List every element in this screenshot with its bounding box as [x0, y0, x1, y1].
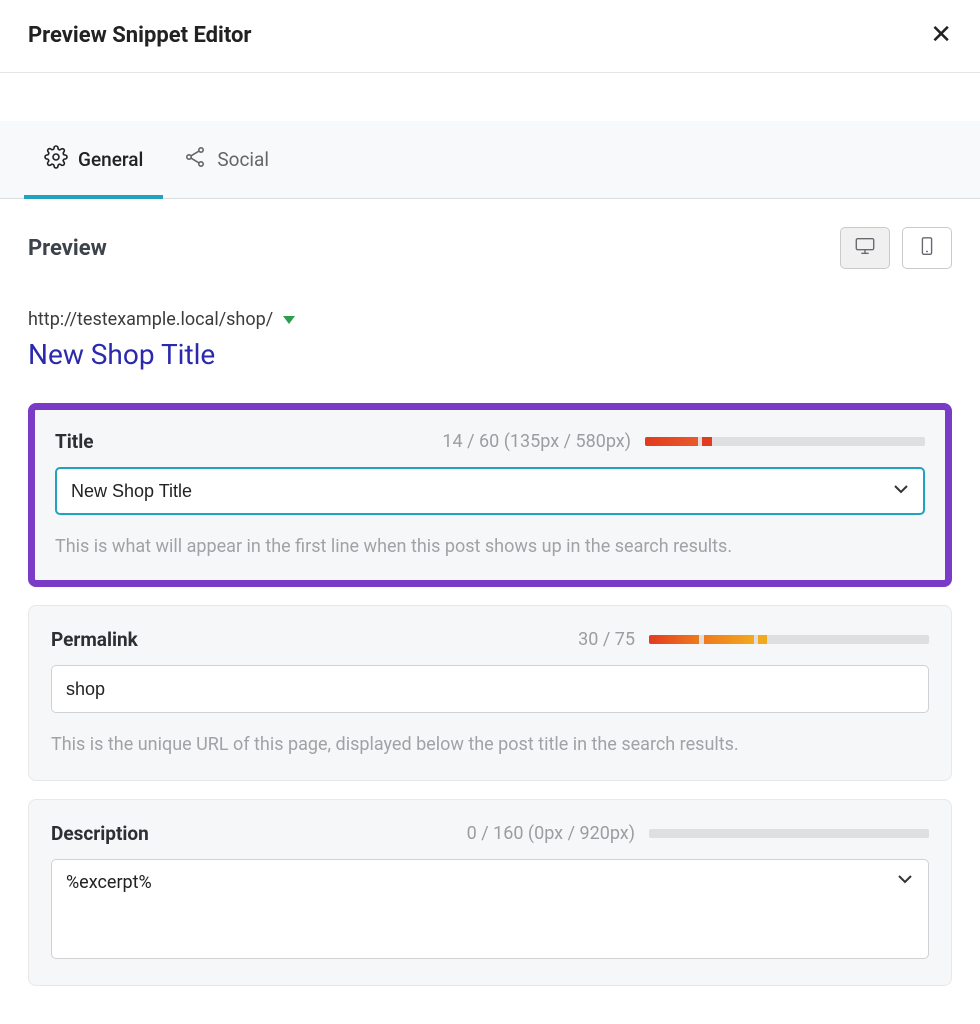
- title-input[interactable]: [55, 467, 925, 515]
- chevron-down-icon[interactable]: [889, 477, 913, 505]
- tab-social-label: Social: [217, 148, 269, 171]
- description-input[interactable]: [51, 859, 929, 959]
- snippet-url-text: http://testexample.local/shop/: [28, 309, 273, 330]
- share-icon: [183, 145, 207, 174]
- title-field-card: Title 14 / 60 (135px / 580px) This is wh…: [28, 403, 952, 587]
- snippet-preview-url[interactable]: http://testexample.local/shop/: [28, 309, 952, 330]
- header-spacer: [0, 73, 980, 121]
- title-meter: [645, 437, 925, 446]
- tab-social[interactable]: Social: [183, 121, 269, 198]
- content-area: Preview http://testexample.local/shop/ N…: [0, 199, 980, 1014]
- mobile-preview-button[interactable]: [902, 227, 952, 269]
- permalink-counter: 30 / 75: [578, 629, 635, 650]
- title-counter: 14 / 60 (135px / 580px): [442, 431, 631, 452]
- caret-down-icon: [283, 316, 295, 324]
- permalink-label: Permalink: [51, 628, 138, 651]
- permalink-helper: This is the unique URL of this page, dis…: [51, 731, 929, 758]
- tab-general-label: General: [78, 148, 143, 171]
- description-meter: [649, 829, 929, 838]
- chevron-down-icon[interactable]: [893, 867, 917, 895]
- desktop-icon: [854, 235, 876, 261]
- description-field-card: Description 0 / 160 (0px / 920px): [28, 799, 952, 986]
- tab-general[interactable]: General: [44, 121, 143, 198]
- permalink-input[interactable]: [51, 665, 929, 713]
- permalink-meter: [649, 635, 929, 644]
- desktop-preview-button[interactable]: [840, 227, 890, 269]
- modal-header: Preview Snippet Editor ✕: [0, 0, 980, 73]
- preview-heading: Preview: [28, 236, 107, 261]
- tab-bar: General Social: [0, 121, 980, 199]
- description-label: Description: [51, 822, 149, 845]
- close-icon[interactable]: ✕: [930, 22, 952, 48]
- permalink-field-card: Permalink 30 / 75 This is the unique URL…: [28, 605, 952, 781]
- mobile-icon: [916, 235, 938, 261]
- description-counter: 0 / 160 (0px / 920px): [467, 823, 635, 844]
- preview-section-header: Preview: [28, 227, 952, 269]
- gear-icon: [44, 145, 68, 174]
- modal-title: Preview Snippet Editor: [28, 23, 252, 48]
- title-label: Title: [55, 430, 94, 453]
- device-toggle-group: [840, 227, 952, 269]
- title-helper: This is what will appear in the first li…: [55, 533, 925, 560]
- snippet-preview-title[interactable]: New Shop Title: [28, 338, 952, 371]
